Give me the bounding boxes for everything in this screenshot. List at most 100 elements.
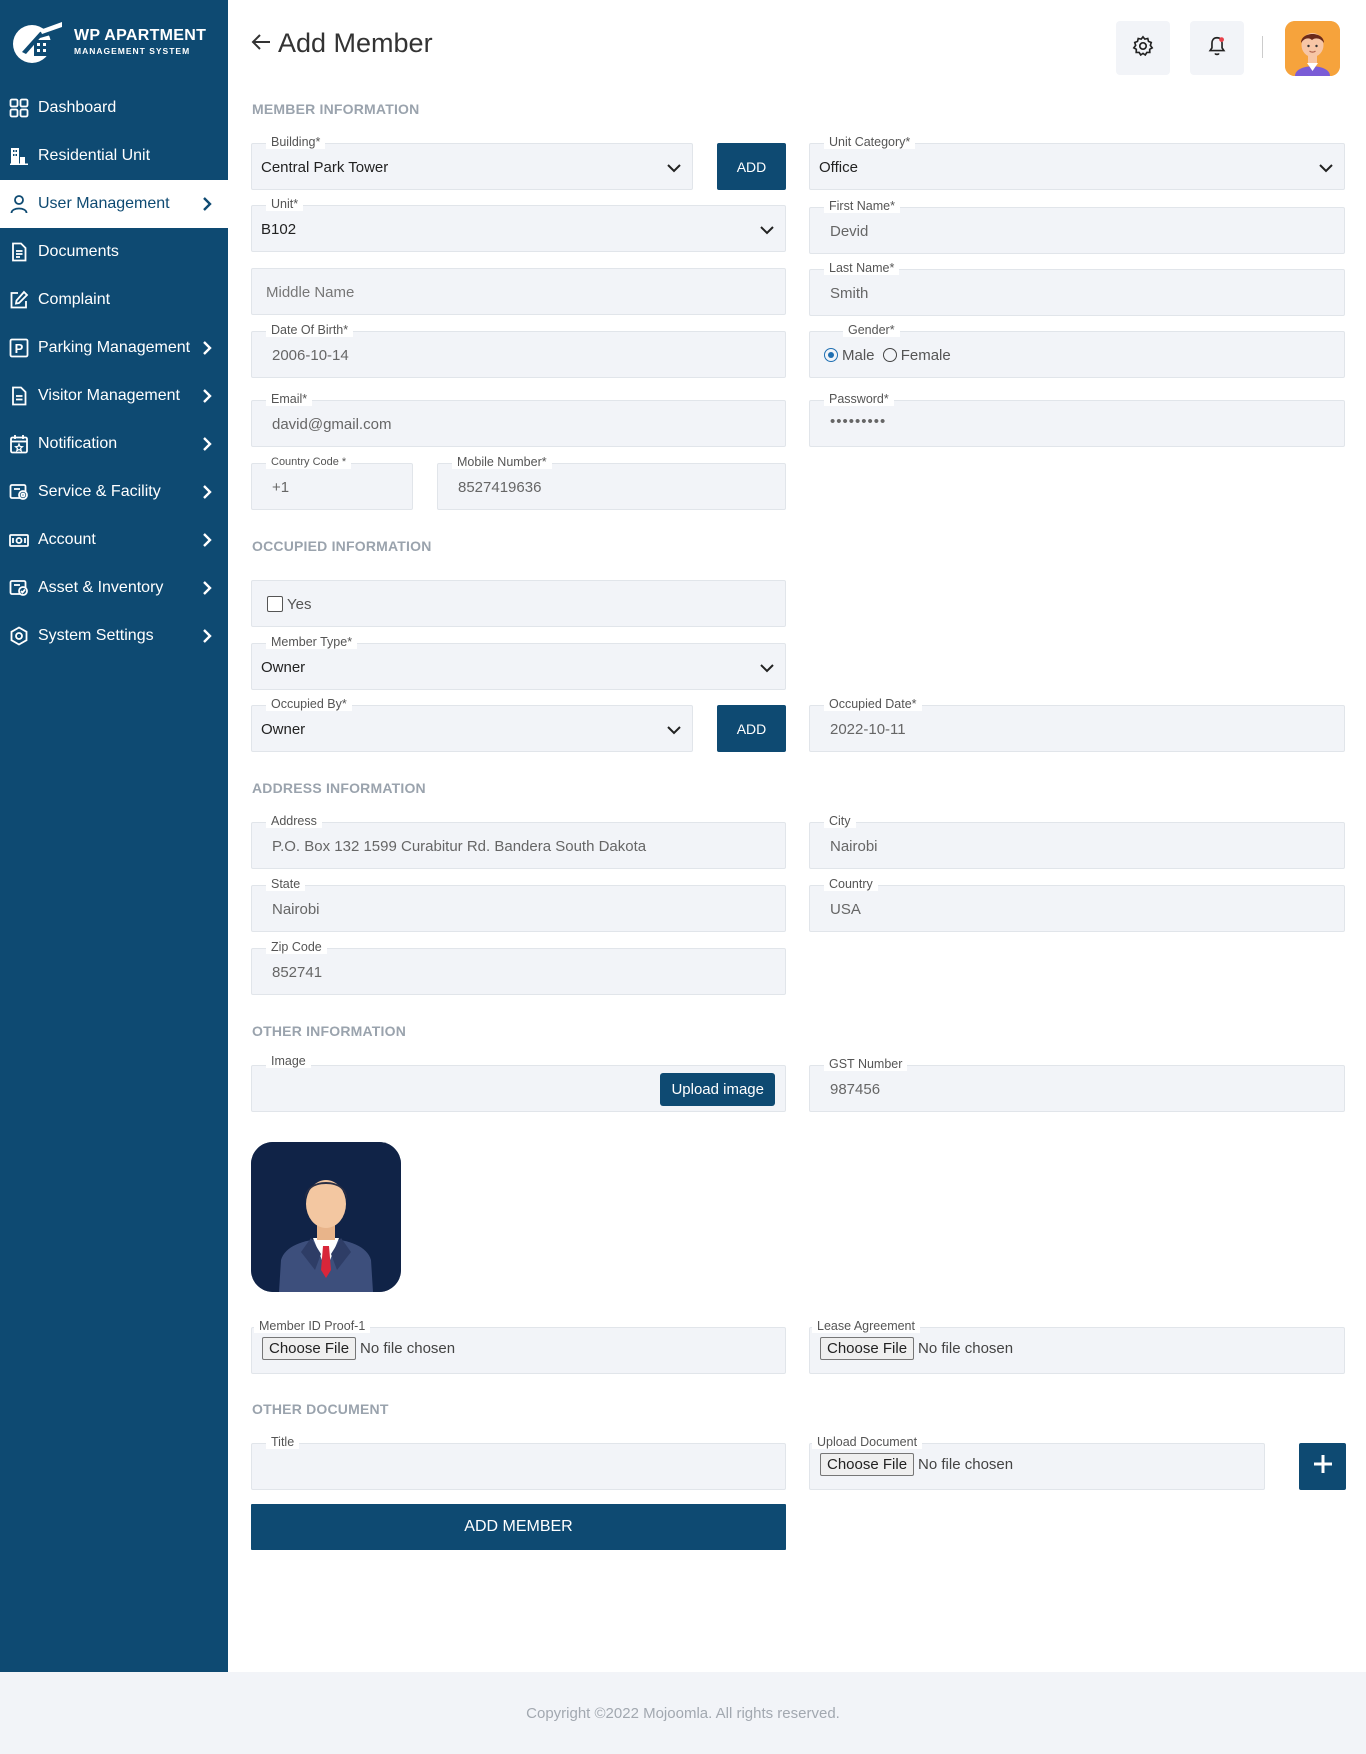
field-value: Nairobi [830, 838, 878, 855]
field-value: B102 [261, 221, 297, 238]
building-select[interactable]: Building* Central Park Tower [251, 135, 693, 190]
chevron-right-icon [200, 485, 214, 499]
gender-female-label: Female [900, 347, 951, 364]
add-building-button[interactable]: ADD [717, 143, 786, 190]
occupied-yes-field: Yes [251, 580, 786, 627]
date-of-birth-field[interactable]: Date Of Birth* 2006-10-14 [251, 323, 786, 378]
state-field[interactable]: State Nairobi [251, 877, 786, 932]
lease-agreement-field: Lease Agreement Choose File No file chos… [809, 1319, 1345, 1374]
password-field[interactable]: Password* ••••••••• [809, 392, 1345, 447]
field-label: Image [266, 1054, 311, 1068]
back-arrow-icon[interactable] [250, 28, 272, 59]
brand-subtitle: MANAGEMENT SYSTEM [74, 46, 191, 57]
occupied-yes-checkbox[interactable]: Yes [267, 596, 311, 613]
sidebar-item-service-facility[interactable]: Service & Facility [0, 468, 228, 516]
sidebar-item-account[interactable]: Account [0, 516, 228, 564]
field-value: 8527419636 [458, 479, 542, 496]
user-avatar[interactable] [1285, 21, 1340, 76]
field-value: P.O. Box 132 1599 Curabitur Rd. Bandera … [272, 838, 647, 855]
field-value: Smith [830, 285, 869, 302]
money-icon [8, 529, 30, 551]
first-name-field[interactable]: First Name* Devid [809, 199, 1345, 254]
document-icon [8, 241, 30, 263]
sidebar-nav: Dashboard Residential Unit User Manageme… [0, 84, 228, 660]
service-icon [8, 481, 30, 503]
unit-select[interactable]: Unit* B102 [251, 197, 786, 252]
field-value: ••••••••• [830, 413, 887, 430]
last-name-field[interactable]: Last Name* Smith [809, 261, 1345, 316]
field-label: City [824, 814, 856, 828]
add-occupant-button[interactable]: ADD [717, 705, 786, 752]
upload-document-file-input[interactable]: Choose File No file chosen [820, 1453, 1013, 1476]
chevron-down-icon [1318, 160, 1334, 176]
sidebar-item-label: Notification [38, 435, 118, 452]
building-icon [8, 145, 30, 167]
field-label: Country Code * [266, 455, 352, 469]
city-field[interactable]: City Nairobi [809, 814, 1345, 869]
gst-number-field[interactable]: GST Number 987456 [809, 1057, 1345, 1112]
zip-code-field[interactable]: Zip Code 852741 [251, 940, 786, 995]
settings-button[interactable] [1116, 21, 1170, 75]
chevron-down-icon [759, 222, 775, 238]
sidebar-item-system-settings[interactable]: System Settings [0, 612, 228, 660]
field-value: USA [830, 901, 861, 918]
unit-category-select[interactable]: Unit Category* Office [809, 135, 1345, 190]
field-label: Unit Category* [824, 135, 916, 149]
file-status: No file chosen [360, 1340, 456, 1357]
sidebar-item-notification[interactable]: Notification [0, 420, 228, 468]
sidebar-item-user-management[interactable]: User Management [0, 180, 228, 228]
sidebar: WP APARTMENT MANAGEMENT SYSTEM Dashboard… [0, 0, 228, 1672]
gender-male-radio[interactable]: Male [824, 347, 875, 364]
country-field[interactable]: Country USA [809, 877, 1345, 932]
field-value: Devid [830, 223, 869, 240]
sidebar-item-documents[interactable]: Documents [0, 228, 228, 276]
choose-file-button[interactable]: Choose File [262, 1337, 357, 1360]
field-label: Zip Code [266, 940, 327, 954]
chevron-down-icon [759, 660, 775, 676]
field-value: +1 [272, 479, 290, 496]
chevron-down-icon [666, 722, 682, 738]
email-field[interactable]: Email* david@gmail.com [251, 392, 786, 447]
upload-image-button[interactable]: Upload image [660, 1073, 775, 1106]
sidebar-item-residential-unit[interactable]: Residential Unit [0, 132, 228, 180]
file-status: No file chosen [918, 1456, 1014, 1473]
sidebar-item-dashboard[interactable]: Dashboard [0, 84, 228, 132]
section-title-other: OTHER INFORMATION [252, 1023, 407, 1039]
sidebar-item-visitor-management[interactable]: Visitor Management [0, 372, 228, 420]
mobile-number-field[interactable]: Mobile Number* 8527419636 [437, 455, 786, 510]
member-image-preview [251, 1142, 401, 1292]
sidebar-item-parking-management[interactable]: P Parking Management [0, 324, 228, 372]
gender-female-radio[interactable]: Female [882, 347, 951, 364]
address-field[interactable]: Address P.O. Box 132 1599 Curabitur Rd. … [251, 814, 786, 869]
field-value: Owner [261, 659, 306, 676]
logo-icon [10, 18, 66, 66]
document-title-field[interactable]: Title [251, 1435, 786, 1490]
clipboard-icon [8, 385, 30, 407]
field-value: david@gmail.com [272, 416, 392, 433]
sidebar-item-label: Documents [38, 243, 119, 260]
member-type-select[interactable]: Member Type* Owner [251, 635, 786, 690]
field-value: Nairobi [272, 901, 320, 918]
middle-name-field[interactable]: Middle Name [251, 268, 786, 315]
field-value: 987456 [830, 1081, 881, 1098]
field-label: State [266, 877, 306, 891]
page-title-text: Add Member [278, 28, 433, 58]
add-document-button[interactable] [1299, 1443, 1346, 1490]
brand-logo[interactable]: WP APARTMENT MANAGEMENT SYSTEM [0, 0, 228, 84]
member-id-proof-file-input[interactable]: Choose File No file chosen [262, 1337, 455, 1360]
notifications-button[interactable] [1190, 21, 1244, 75]
country-code-field[interactable]: Country Code * +1 [251, 455, 413, 510]
choose-file-button[interactable]: Choose File [820, 1453, 915, 1476]
lease-agreement-file-input[interactable]: Choose File No file chosen [820, 1337, 1013, 1360]
occupied-by-select[interactable]: Occupied By* Owner [251, 697, 693, 752]
sidebar-item-complaint[interactable]: Complaint [0, 276, 228, 324]
page-title: Add Member [250, 28, 433, 59]
sidebar-item-asset-inventory[interactable]: Asset & Inventory [0, 564, 228, 612]
occupied-date-field[interactable]: Occupied Date* 2022-10-11 [809, 697, 1345, 752]
choose-file-button[interactable]: Choose File [820, 1337, 915, 1360]
sidebar-item-label: Account [38, 531, 96, 548]
field-label: Last Name* [824, 261, 900, 275]
section-title-occupied: OCCUPIED INFORMATION [252, 538, 432, 554]
add-member-button[interactable]: ADD MEMBER [251, 1504, 786, 1550]
svg-text:P: P [15, 341, 24, 356]
